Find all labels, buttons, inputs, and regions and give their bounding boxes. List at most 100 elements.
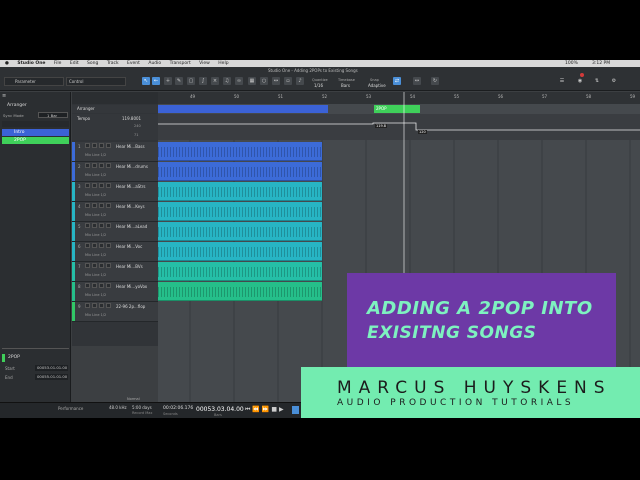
solo-button[interactable] bbox=[92, 283, 97, 288]
snap-toggle-icon[interactable]: ▦ bbox=[248, 77, 256, 85]
track-name[interactable]: Hear Mi...Bass bbox=[116, 144, 145, 149]
bend-tool-icon[interactable]: ∫ bbox=[199, 77, 207, 85]
solo-button[interactable] bbox=[92, 183, 97, 188]
track-name[interactable]: Hear Mi...drums bbox=[116, 164, 148, 169]
mute-button[interactable] bbox=[85, 223, 90, 228]
record-button[interactable] bbox=[99, 283, 104, 288]
audio-clip[interactable] bbox=[158, 202, 322, 221]
record-button[interactable] bbox=[99, 143, 104, 148]
range-tool-icon[interactable]: ← bbox=[152, 77, 160, 85]
track-name[interactable]: Hear Mi...aLead bbox=[116, 224, 147, 229]
position-display[interactable]: 00053.03.04.00 bbox=[196, 406, 244, 413]
forward-icon[interactable]: ⏩ bbox=[262, 406, 271, 413]
solo-button[interactable] bbox=[92, 203, 97, 208]
audio-clip[interactable] bbox=[158, 182, 322, 201]
track-output[interactable]: Mix Line 1/2 bbox=[85, 273, 106, 277]
edit-view-icon[interactable]: ☰ bbox=[558, 77, 566, 85]
track-row[interactable]: 2 Hear Mi...drums Mix Line 1/2 bbox=[72, 162, 158, 182]
track-row[interactable]: 8 Hear Mi...yoVox Mix Line 1/2 bbox=[72, 282, 158, 302]
track-name[interactable]: Hear Mi...BVs bbox=[116, 264, 143, 269]
track-name[interactable]: Hear Mi...Keys bbox=[116, 204, 145, 209]
track-name[interactable]: 22-96 2p...flop bbox=[116, 304, 145, 309]
menu-track[interactable]: Track bbox=[107, 61, 119, 66]
menu-file[interactable]: File bbox=[54, 61, 62, 66]
track-output[interactable]: Mix Line 1/2 bbox=[85, 233, 106, 237]
audio-clip[interactable] bbox=[158, 282, 322, 301]
mix-icon[interactable]: ⇅ bbox=[593, 77, 601, 85]
record-button[interactable] bbox=[99, 223, 104, 228]
audio-clip[interactable] bbox=[158, 142, 322, 161]
browse-icon[interactable]: ◉ bbox=[576, 77, 584, 85]
split-tool-icon[interactable]: ∔ bbox=[164, 77, 172, 85]
rewind-icon[interactable]: ⏪ bbox=[252, 406, 261, 413]
menu-view[interactable]: View bbox=[199, 61, 210, 66]
tempo-value[interactable]: 119.8001 bbox=[122, 116, 141, 121]
mute-button[interactable] bbox=[85, 303, 90, 308]
eraser-tool-icon[interactable]: ▢ bbox=[187, 77, 195, 85]
track-row[interactable]: 6 Hear Mi...Voc Mix Line 1/2 bbox=[72, 242, 158, 262]
parameter-field[interactable]: Parameter bbox=[4, 77, 64, 86]
audio-clip[interactable] bbox=[158, 162, 322, 181]
arranger-section-2pop[interactable]: 2POP bbox=[2, 137, 69, 144]
listen-tool-icon[interactable]: ♫ bbox=[223, 77, 231, 85]
mute-button[interactable] bbox=[85, 263, 90, 268]
monitor-button[interactable] bbox=[106, 183, 111, 188]
track-row[interactable]: 1 Hear Mi...Bass Mix Line 1/2 bbox=[72, 142, 158, 162]
arranger-track-label[interactable]: Arranger bbox=[72, 105, 158, 113]
record-button[interactable] bbox=[99, 183, 104, 188]
settings-gear-icon[interactable]: ⚙ bbox=[610, 77, 618, 85]
snap-value[interactable]: Adaptive bbox=[368, 83, 386, 88]
record-button[interactable] bbox=[99, 303, 104, 308]
link-tool-icon[interactable]: ∞ bbox=[235, 77, 243, 85]
arranger-tab[interactable]: Arranger bbox=[7, 103, 27, 108]
arranger-section-intro[interactable]: Intro bbox=[2, 129, 69, 136]
track-row[interactable]: 4 Hear Mi...Keys Mix Line 1/2 bbox=[72, 202, 158, 222]
mute-button[interactable] bbox=[85, 163, 90, 168]
apple-icon[interactable]: ● bbox=[5, 61, 9, 66]
solo-button[interactable] bbox=[92, 263, 97, 268]
monitor-button[interactable] bbox=[106, 283, 111, 288]
mute-tool-icon[interactable]: × bbox=[211, 77, 219, 85]
mute-button[interactable] bbox=[85, 243, 90, 248]
loop-icon[interactable]: ↻ bbox=[431, 77, 439, 85]
record-button[interactable] bbox=[99, 203, 104, 208]
menu-help[interactable]: Help bbox=[218, 61, 228, 66]
track-row[interactable]: 7 Hear Mi...BVs Mix Line 1/2 bbox=[72, 262, 158, 282]
stop-icon[interactable]: ■ bbox=[271, 406, 279, 413]
record-button[interactable] bbox=[99, 263, 104, 268]
tempo-mark-1[interactable]: 119.8 bbox=[375, 124, 388, 128]
track-output[interactable]: Mix Line 1/2 bbox=[85, 293, 106, 297]
monitor-button[interactable] bbox=[106, 143, 111, 148]
monitor-button[interactable] bbox=[106, 163, 111, 168]
menu-song[interactable]: Song bbox=[87, 61, 98, 66]
audio-clip[interactable] bbox=[158, 262, 322, 281]
loop-toggle-icon[interactable] bbox=[292, 406, 299, 414]
time-display[interactable]: 00:02:06.176 bbox=[163, 406, 193, 411]
tempo-mark-2[interactable]: 120 bbox=[418, 130, 427, 134]
arrow-tool-icon[interactable]: ↖ bbox=[142, 77, 150, 85]
monitor-button[interactable] bbox=[106, 223, 111, 228]
track-output[interactable]: Mix Line 1/2 bbox=[85, 193, 106, 197]
ruler-tool-icon[interactable]: ↔ bbox=[272, 77, 280, 85]
track-name[interactable]: Hear Mi...yoVox bbox=[116, 284, 147, 289]
inspector-name[interactable]: 2POP bbox=[8, 355, 20, 360]
mute-button[interactable] bbox=[85, 183, 90, 188]
follow-icon[interactable]: ↔ bbox=[413, 77, 421, 85]
play-icon[interactable]: ▶ bbox=[279, 406, 286, 413]
timebase-value[interactable]: Bars bbox=[341, 83, 350, 88]
solo-button[interactable] bbox=[92, 143, 97, 148]
grid-tool-icon[interactable]: ▫ bbox=[284, 77, 292, 85]
mute-button[interactable] bbox=[85, 143, 90, 148]
menu-edit[interactable]: Edit bbox=[70, 61, 79, 66]
track-name[interactable]: Hear Mi...aStrs bbox=[116, 184, 146, 189]
pencil-tool-icon[interactable]: ✎ bbox=[175, 77, 183, 85]
quantize-value[interactable]: 1/16 bbox=[314, 83, 323, 88]
arranger-2pop-label[interactable]: 2POP bbox=[376, 106, 387, 111]
solo-button[interactable] bbox=[92, 163, 97, 168]
performance-label[interactable]: Performance bbox=[58, 406, 83, 411]
track-output[interactable]: Mix Line 1/2 bbox=[85, 153, 106, 157]
monitor-button[interactable] bbox=[106, 203, 111, 208]
record-button[interactable] bbox=[99, 243, 104, 248]
track-row[interactable]: 3 Hear Mi...aStrs Mix Line 1/2 bbox=[72, 182, 158, 202]
record-button[interactable] bbox=[99, 163, 104, 168]
